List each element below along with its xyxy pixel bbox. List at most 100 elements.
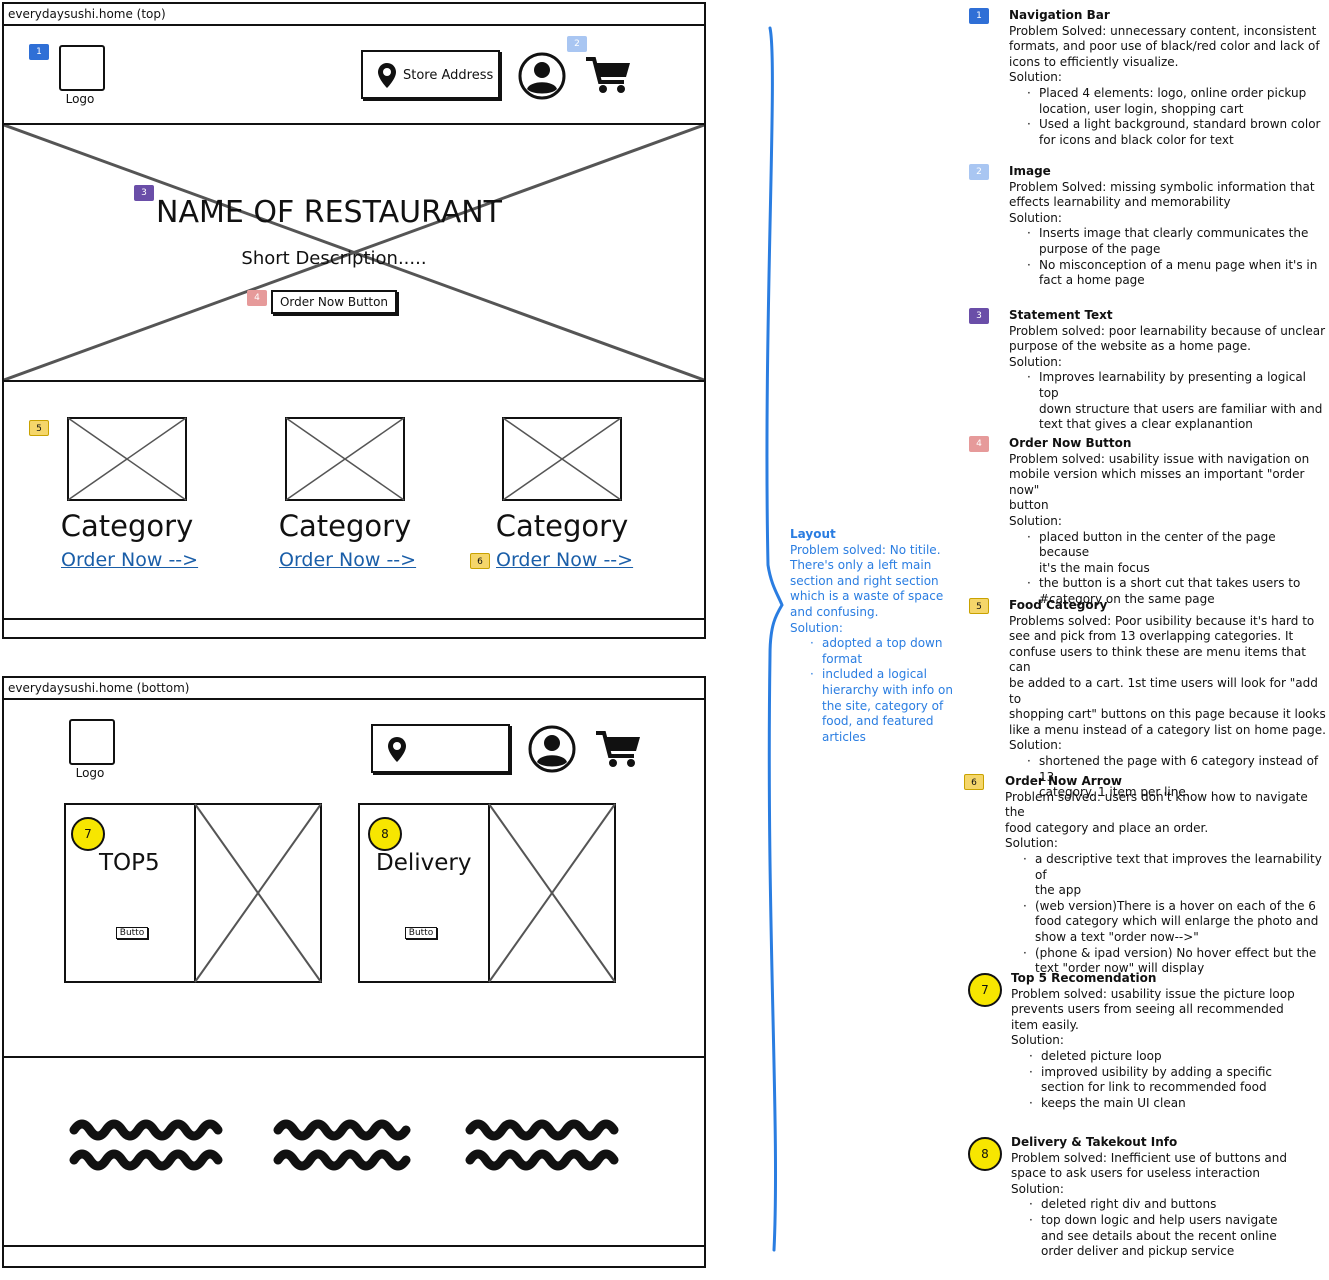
note-bullet: No misconception of a menu page when it'… bbox=[1027, 258, 1327, 289]
note-title: Delivery & Takekout Info bbox=[1011, 1135, 1178, 1149]
bullet-line: it's the main focus bbox=[1039, 560, 1150, 575]
shopping-cart-icon[interactable] bbox=[584, 56, 632, 96]
category-order-link[interactable]: Order Now --> bbox=[496, 549, 633, 571]
note-line: mobile version which misses an important… bbox=[1009, 467, 1305, 497]
store-address-label: Store Address bbox=[403, 68, 494, 83]
note-bullet: Inserts image that clearly communicates … bbox=[1027, 226, 1327, 257]
top5-title: TOP5 bbox=[99, 850, 160, 876]
category-image-3[interactable] bbox=[502, 417, 622, 501]
bullet-line: location, user login, shopping cart bbox=[1039, 101, 1244, 116]
note-title: Navigation Bar bbox=[1009, 8, 1110, 22]
category-order-link[interactable]: Order Now --> bbox=[279, 549, 416, 571]
frame-title: everydaysushi.home (top) bbox=[4, 4, 704, 26]
bullet-line: Improves learnability by presenting a lo… bbox=[1039, 370, 1306, 400]
content-divider bbox=[4, 1056, 704, 1058]
category-image-1[interactable] bbox=[67, 417, 187, 501]
bullet-line: the button is a short cut that takes use… bbox=[1039, 576, 1301, 591]
logo-label: Logo bbox=[65, 92, 95, 106]
note-line: Problem Solved: unnecessary content, inc… bbox=[1009, 23, 1317, 38]
wireframe-top: everydaysushi.home (top) 1 Logo Store Ad… bbox=[2, 2, 706, 639]
layout-brace bbox=[765, 26, 784, 1252]
category-title: Category bbox=[60, 509, 194, 543]
layout-line: Solution: bbox=[790, 620, 843, 635]
location-pin-icon bbox=[378, 63, 396, 88]
bullet-line: deleted right div and buttons bbox=[1041, 1197, 1217, 1212]
note-line: icons to efficiently visualize. bbox=[1009, 54, 1179, 69]
badge-6: 6 bbox=[470, 553, 490, 569]
note-line: effects learnability and memorability bbox=[1009, 195, 1231, 210]
shopping-cart-icon[interactable] bbox=[594, 730, 642, 770]
logo[interactable] bbox=[69, 719, 115, 765]
location-pin-icon bbox=[388, 737, 406, 762]
note-bullet: deleted picture loop bbox=[1029, 1048, 1329, 1065]
note-bullet: placed button in the center of the page … bbox=[1027, 530, 1327, 577]
scribble-text-placeholder bbox=[69, 1119, 619, 1171]
note-title: Image bbox=[1009, 164, 1051, 178]
category-title: Category bbox=[495, 509, 629, 543]
footer-divider bbox=[4, 618, 704, 620]
note-3: Statement Text Problem solved: poor learn… bbox=[1009, 308, 1327, 433]
note-line: formats, and poor use of black/red color… bbox=[1009, 39, 1320, 54]
store-address-button[interactable] bbox=[371, 724, 510, 773]
bullet-line: deleted picture loop bbox=[1041, 1048, 1162, 1063]
note-line: Problem solved: usability issue the pict… bbox=[1011, 986, 1295, 1001]
user-avatar-icon[interactable] bbox=[527, 724, 577, 774]
note-line: food category and place an order. bbox=[1005, 820, 1209, 835]
layout-line: section and right section bbox=[790, 573, 939, 588]
note-badge-1: 1 bbox=[969, 8, 989, 24]
layout-line: Problem solved: No titile. bbox=[790, 542, 941, 557]
category-order-link[interactable]: Order Now --> bbox=[61, 549, 198, 571]
note-line: button bbox=[1009, 498, 1049, 513]
note-line: confuse users to think these are menu it… bbox=[1009, 644, 1306, 675]
bullet-line: keeps the main UI clean bbox=[1041, 1095, 1186, 1110]
hero-description: Short Description..... bbox=[241, 248, 427, 269]
note-4: Order Now Button Problem solved: usabilit… bbox=[1009, 436, 1327, 608]
note-badge-2: 2 bbox=[969, 164, 989, 180]
note-bullet: (web version)There is a hover on each of… bbox=[1023, 899, 1323, 946]
note-line: space to ask users for useless interacti… bbox=[1011, 1166, 1260, 1181]
note-title: Order Now Button bbox=[1009, 436, 1132, 450]
note-line: Solution: bbox=[1011, 1181, 1064, 1196]
note-title: Statement Text bbox=[1009, 308, 1113, 322]
top5-button[interactable]: Butto bbox=[116, 927, 148, 939]
delivery-title: Delivery bbox=[376, 850, 472, 876]
badge-1: 1 bbox=[29, 44, 49, 60]
note-title: Order Now Arrow bbox=[1005, 774, 1122, 788]
logo[interactable] bbox=[59, 45, 105, 91]
logo-label: Logo bbox=[75, 766, 105, 780]
note-line: Problem solved: users don't know how to … bbox=[1005, 789, 1308, 820]
bullet-line: order deliver and pickup service bbox=[1041, 1244, 1235, 1259]
note-line: Problem solved: usability issue with nav… bbox=[1009, 451, 1310, 466]
note-bullets: Inserts image that clearly communicates … bbox=[1009, 226, 1327, 288]
note-line: see and pick from 13 overlapping categor… bbox=[1009, 629, 1294, 644]
note-line: shopping cart" buttons on this page beca… bbox=[1009, 707, 1326, 722]
bullet-line: show a text "order now-->" bbox=[1035, 929, 1199, 944]
note-bullet: a descriptive text that improves the lea… bbox=[1023, 852, 1323, 899]
note-bullet: deleted right div and buttons bbox=[1029, 1197, 1329, 1213]
store-address-button[interactable]: Store Address bbox=[361, 50, 500, 99]
bullet-line: Inserts image that clearly communicates … bbox=[1039, 226, 1309, 241]
order-now-button[interactable]: Order Now Button bbox=[271, 290, 397, 314]
note-line: Solution: bbox=[1009, 210, 1062, 225]
user-avatar-icon[interactable] bbox=[517, 51, 567, 101]
note-badge-4: 4 bbox=[969, 436, 989, 452]
note-bullet: improved usibility by adding a specifics… bbox=[1029, 1064, 1329, 1096]
delivery-button[interactable]: Butto bbox=[405, 927, 437, 939]
bullet-line: the site, category of bbox=[822, 698, 944, 713]
note-line: Solution: bbox=[1009, 354, 1062, 369]
layout-bullet: included a logical hierarchy with info o… bbox=[810, 667, 960, 745]
bullet-line: articles bbox=[822, 729, 866, 744]
bullet-line: for icons and black color for text bbox=[1039, 132, 1234, 147]
bullet-line: adopted a top down bbox=[822, 636, 943, 651]
layout-annotation: Layout Problem solved: No titile. There'… bbox=[790, 527, 960, 745]
badge-5: 5 bbox=[29, 420, 49, 436]
note-bullets: deleted picture loopimproved usibility b… bbox=[1011, 1049, 1329, 1111]
note-2: Image Problem Solved: missing symbolic in… bbox=[1009, 164, 1327, 289]
note-7: Top 5 Recomendation Problem solved: usabi… bbox=[1011, 971, 1329, 1111]
note-line: item easily. bbox=[1011, 1017, 1079, 1032]
note-line: Solution: bbox=[1009, 70, 1062, 85]
bullet-line: improved usibility by adding a specific bbox=[1041, 1064, 1272, 1079]
category-image-2[interactable] bbox=[285, 417, 405, 501]
note-line: Problem Solved: missing symbolic informa… bbox=[1009, 179, 1315, 194]
layout-line: and confusing. bbox=[790, 604, 879, 619]
